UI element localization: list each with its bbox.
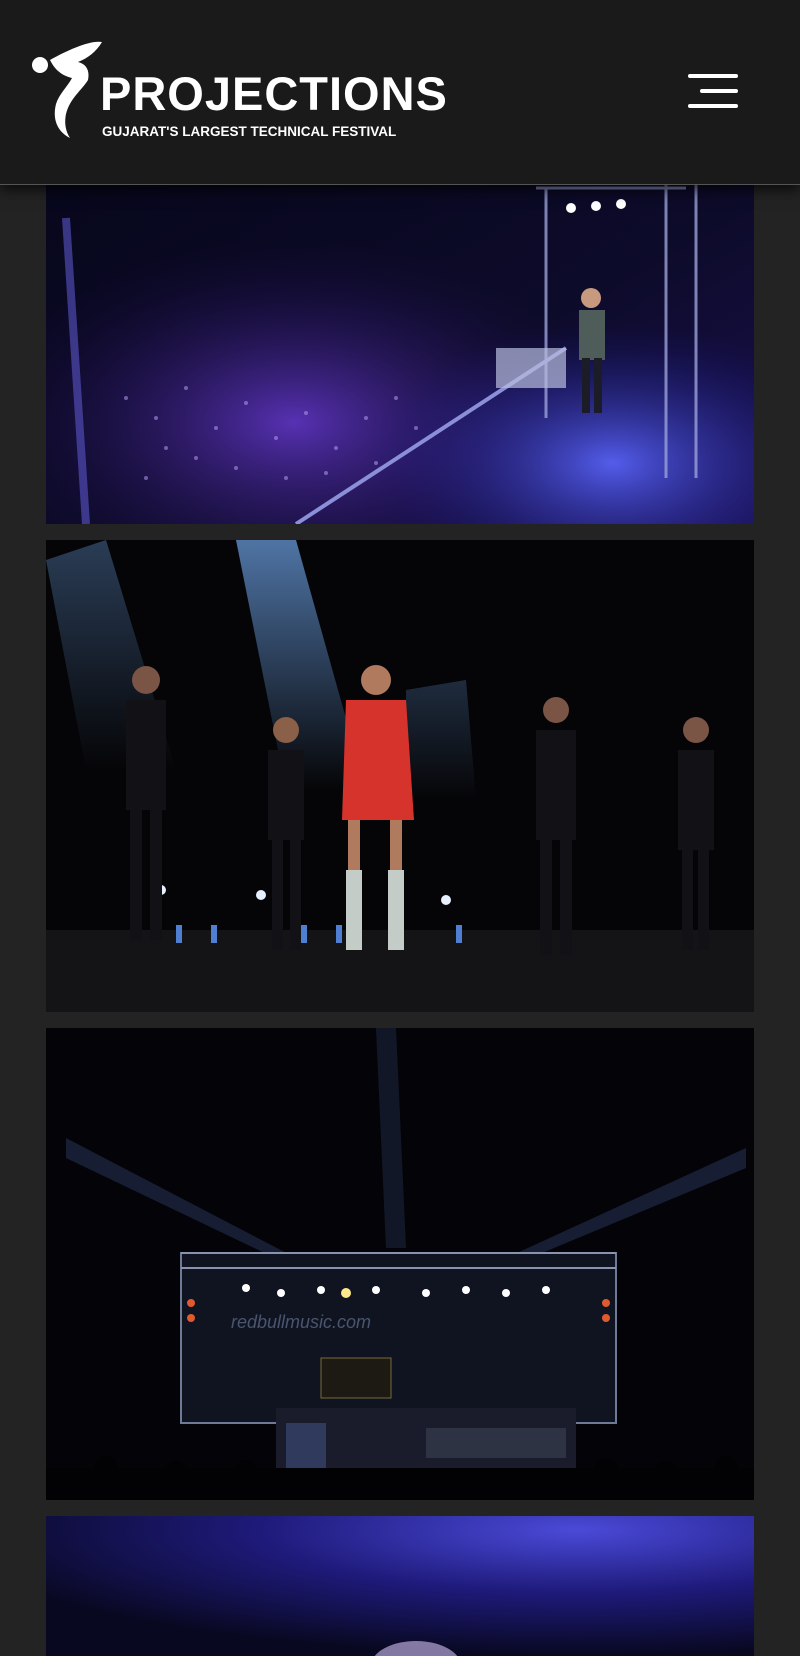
gallery-photo-concert-stage[interactable]: redbullmusic.com: [46, 1028, 754, 1500]
site-logo[interactable]: PROJECTIONS GUJARAT'S LARGEST TECHNICAL …: [30, 40, 447, 145]
site-header: PROJECTIONS GUJARAT'S LARGEST TECHNICAL …: [0, 0, 800, 185]
gallery-photo-singer-dancers[interactable]: [46, 540, 754, 1012]
dancer-logo-icon: [32, 41, 102, 138]
hamburger-menu-icon[interactable]: [684, 70, 738, 112]
brand-name: PROJECTIONS: [100, 67, 448, 120]
gallery-photo-performer-blue[interactable]: [46, 1516, 754, 1656]
stage-banner-text: redbullmusic.com: [231, 1312, 371, 1332]
brand-tagline: GUJARAT'S LARGEST TECHNICAL FESTIVAL: [102, 124, 397, 139]
